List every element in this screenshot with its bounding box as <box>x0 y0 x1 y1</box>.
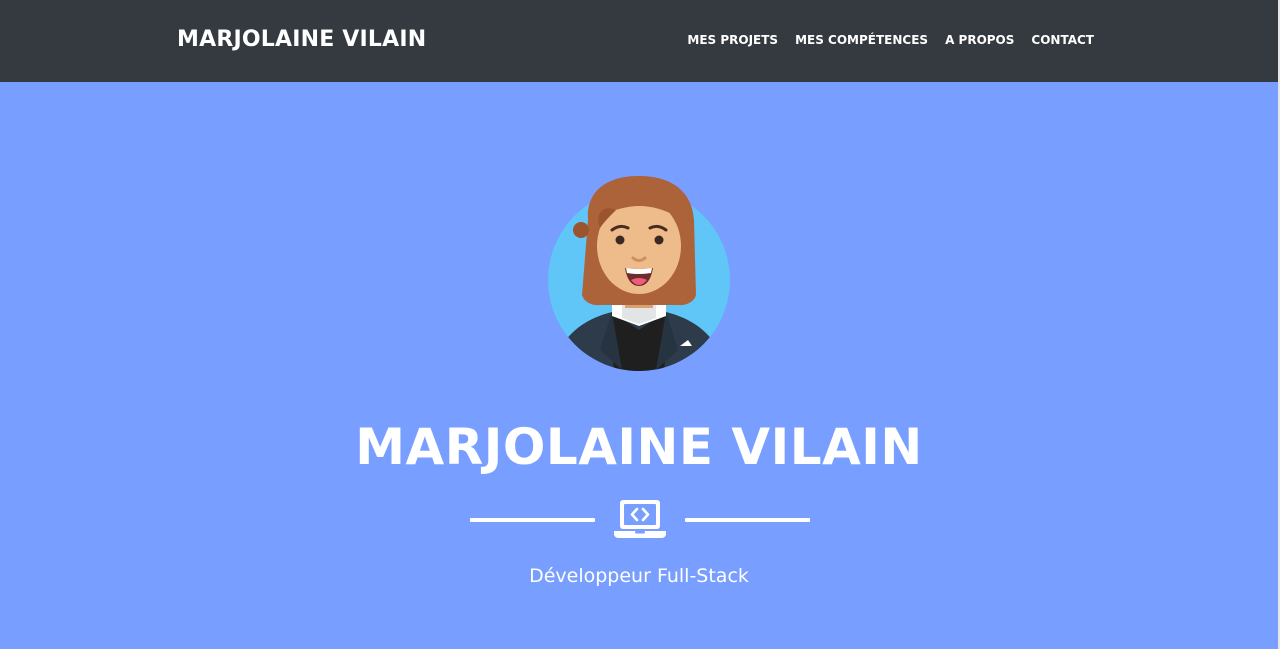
hero-subtitle: Développeur Full-Stack <box>529 565 749 587</box>
nav-link-about[interactable]: A PROPOS <box>945 31 1014 49</box>
top-navbar: MARJOLAINE VILAIN MES PROJETS MES COMPÉT… <box>0 0 1280 82</box>
nav-link-skills[interactable]: MES COMPÉTENCES <box>795 31 928 49</box>
brand-link[interactable]: MARJOLAINE VILAIN <box>177 24 426 56</box>
nav-link-projects[interactable]: MES PROJETS <box>687 31 778 49</box>
nav-links: MES PROJETS MES COMPÉTENCES A PROPOS CON… <box>687 31 1094 49</box>
laptop-code-icon <box>614 500 666 538</box>
hero-title: MARJOLAINE VILAIN <box>355 418 923 476</box>
divider-line-left <box>470 518 595 522</box>
hero-section: MARJOLAINE VILAIN Développeur Full-Stack <box>0 82 1278 649</box>
woman-avatar-icon <box>548 176 730 371</box>
divider-line-right <box>685 518 810 522</box>
nav-link-contact[interactable]: CONTACT <box>1031 31 1094 49</box>
